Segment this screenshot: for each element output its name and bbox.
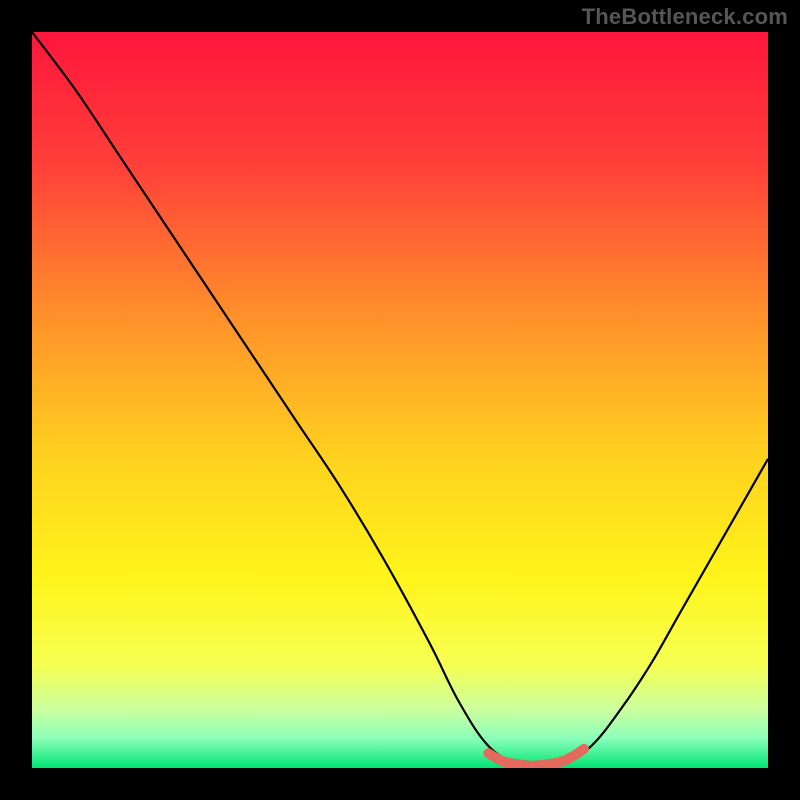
chart-svg bbox=[32, 32, 768, 768]
chart-background-gradient bbox=[32, 32, 768, 768]
plot-area bbox=[32, 32, 768, 768]
chart-frame: TheBottleneck.com bbox=[0, 0, 800, 800]
watermark-text: TheBottleneck.com bbox=[582, 4, 788, 30]
